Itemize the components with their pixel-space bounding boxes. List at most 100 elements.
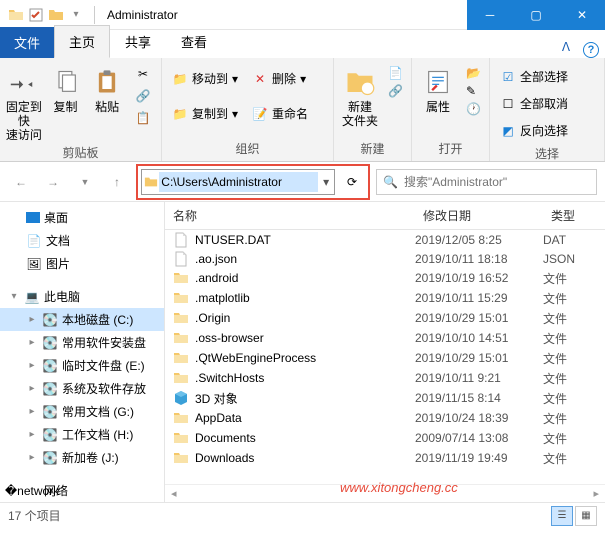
help-icon[interactable]: ? (583, 42, 599, 58)
window-title: Administrator (107, 8, 467, 22)
maximize-button[interactable]: ▢ (513, 0, 559, 30)
search-box[interactable]: 🔍 (376, 169, 597, 195)
properties-button[interactable]: 属性 (416, 62, 460, 114)
nav-pane[interactable]: 桌面 📄文档 🖼图片 ▾💻此电脑 ▸💽本地磁盘 (C:) ▸💽常用软件安装盘 ▸… (0, 202, 165, 502)
newfolder-icon (344, 66, 376, 98)
edit-icon[interactable]: ✎ (466, 84, 481, 98)
moveto-button[interactable]: 📁移动到 ▾ (170, 68, 240, 89)
search-input[interactable] (404, 175, 590, 189)
nav-pictures[interactable]: 🖼图片 (0, 252, 164, 275)
file-rows[interactable]: NTUSER.DAT2019/12/05 8:25DAT.ao.json2019… (165, 230, 605, 484)
ribbon: 固定到快 速访问 复制 粘贴 ✂ 🔗 📋 剪贴板 📁移动到 ▾ 📁复制到 (0, 58, 605, 162)
open-group-label: 打开 (416, 138, 485, 161)
file-row[interactable]: .android2019/10/19 16:52文件 (165, 268, 605, 288)
icons-view-button[interactable]: ▦ (575, 506, 597, 526)
col-date[interactable]: 修改日期 (415, 202, 543, 229)
rename-icon: 📝 (252, 106, 268, 122)
refresh-button[interactable]: ⟳ (339, 169, 365, 195)
address-input[interactable] (159, 172, 318, 192)
network-icon: �network (24, 483, 40, 499)
file-row[interactable]: .matplotlib2019/10/11 15:29文件 (165, 288, 605, 308)
selectnone-button[interactable]: ☐全部取消 (498, 93, 570, 114)
horizontal-scrollbar[interactable]: ◂▸ (165, 484, 605, 502)
pictures-icon: 🖼 (26, 256, 42, 272)
col-type[interactable]: 类型 (543, 202, 605, 229)
nav-drive-h[interactable]: ▸💽工作文档 (H:) (0, 423, 164, 446)
chevron-down-icon[interactable]: ▾ (8, 291, 20, 302)
file-type: 文件 (543, 430, 605, 447)
path-icon: 🔗 (135, 88, 151, 104)
tab-share[interactable]: 共享 (110, 25, 166, 58)
new-group-label: 新建 (338, 138, 407, 161)
tab-home[interactable]: 主页 (54, 25, 110, 58)
file-icon (173, 310, 189, 326)
paste-button[interactable]: 粘贴 (87, 62, 127, 114)
nav-documents[interactable]: 📄文档 (0, 229, 164, 252)
nav-drive-g[interactable]: ▸💽常用文档 (G:) (0, 400, 164, 423)
file-row[interactable]: .Origin2019/10/29 15:01文件 (165, 308, 605, 328)
minimize-button[interactable]: ─ (467, 0, 513, 30)
file-row[interactable]: .ao.json2019/10/11 18:18JSON (165, 249, 605, 268)
nav-thispc[interactable]: ▾💻此电脑 (0, 285, 164, 308)
chevron-right-icon[interactable]: ▸ (26, 314, 38, 325)
rename-button[interactable]: 📝重命名 (250, 103, 310, 124)
file-name: .matplotlib (195, 291, 250, 305)
file-row[interactable]: Documents2009/07/14 13:08文件 (165, 428, 605, 448)
nav-drive-j[interactable]: ▸💽新加卷 (J:) (0, 446, 164, 469)
paste-icon (91, 66, 123, 98)
tab-view[interactable]: 查看 (166, 25, 222, 58)
nav-network[interactable]: ▸�network网络 (0, 479, 164, 502)
file-row[interactable]: NTUSER.DAT2019/12/05 8:25DAT (165, 230, 605, 249)
file-row[interactable]: .SwitchHosts2019/10/11 9:21文件 (165, 368, 605, 388)
file-date: 2019/10/10 14:51 (415, 331, 543, 345)
copy-button[interactable]: 复制 (46, 62, 86, 114)
file-type: 文件 (543, 450, 605, 467)
col-name[interactable]: 名称 (165, 202, 415, 229)
open-icon[interactable]: 📂 (466, 66, 481, 80)
file-date: 2019/10/24 18:39 (415, 411, 543, 425)
paste-shortcut-button[interactable]: 📋 (133, 108, 153, 128)
delete-button[interactable]: ✕删除 ▾ (250, 68, 310, 89)
history-icon[interactable]: 🕐 (466, 102, 481, 116)
newfolder-button[interactable]: 新建 文件夹 (338, 62, 382, 128)
file-icon (173, 350, 189, 366)
folder-small-icon[interactable] (48, 7, 64, 23)
ribbon-collapse-icon[interactable]: ᐱ (555, 36, 577, 58)
easyaccess-icon[interactable]: 🔗 (388, 84, 403, 98)
drive-icon: 💽 (42, 358, 58, 374)
selectall-button[interactable]: ☑全部选择 (498, 66, 570, 87)
copyto-button[interactable]: 📁复制到 ▾ (170, 103, 240, 124)
back-button[interactable]: ← (8, 169, 34, 195)
file-name: .android (195, 271, 238, 285)
selectnone-icon: ☐ (500, 96, 516, 112)
quick-access-save-icon[interactable] (28, 7, 44, 23)
file-icon (173, 370, 189, 386)
quick-access-dropdown-icon[interactable]: ▾ (68, 7, 84, 23)
file-row[interactable]: 3D 对象2019/11/15 8:14文件 (165, 388, 605, 408)
nav-drive-e[interactable]: ▸💽临时文件盘 (E:) (0, 354, 164, 377)
tab-file[interactable]: 文件 (0, 27, 54, 58)
file-row[interactable]: Downloads2019/11/19 19:49文件 (165, 448, 605, 468)
close-button[interactable]: ✕ (559, 0, 605, 30)
recent-dropdown[interactable]: ▼ (72, 169, 98, 195)
forward-button[interactable]: → (40, 169, 66, 195)
file-row[interactable]: .oss-browser2019/10/10 14:51文件 (165, 328, 605, 348)
nav-drive-c[interactable]: ▸💽本地磁盘 (C:) (0, 308, 164, 331)
nav-drive-software[interactable]: ▸💽常用软件安装盘 (0, 331, 164, 354)
pin-quick-access-button[interactable]: 固定到快 速访问 (4, 62, 44, 142)
copypath-button[interactable]: 🔗 (133, 86, 153, 106)
details-view-button[interactable]: ☰ (551, 506, 573, 526)
newitem-icon[interactable]: 📄 (388, 66, 403, 80)
invertselect-button[interactable]: ◩反向选择 (498, 120, 570, 141)
nav-drive-sys[interactable]: ▸💽系统及软件存放 (0, 377, 164, 400)
file-row[interactable]: AppData2019/10/24 18:39文件 (165, 408, 605, 428)
file-row[interactable]: .QtWebEngineProcess2019/10/29 15:01文件 (165, 348, 605, 368)
file-icon (173, 290, 189, 306)
main-area: 桌面 📄文档 🖼图片 ▾💻此电脑 ▸💽本地磁盘 (C:) ▸💽常用软件安装盘 ▸… (0, 202, 605, 502)
address-bar[interactable]: ▾ (141, 169, 335, 195)
nav-desktop[interactable]: 桌面 (0, 206, 164, 229)
address-dropdown-icon[interactable]: ▾ (318, 175, 334, 189)
up-button[interactable]: ↑ (104, 169, 130, 195)
drive-icon: 💽 (42, 404, 58, 420)
cut-button[interactable]: ✂ (133, 64, 153, 84)
